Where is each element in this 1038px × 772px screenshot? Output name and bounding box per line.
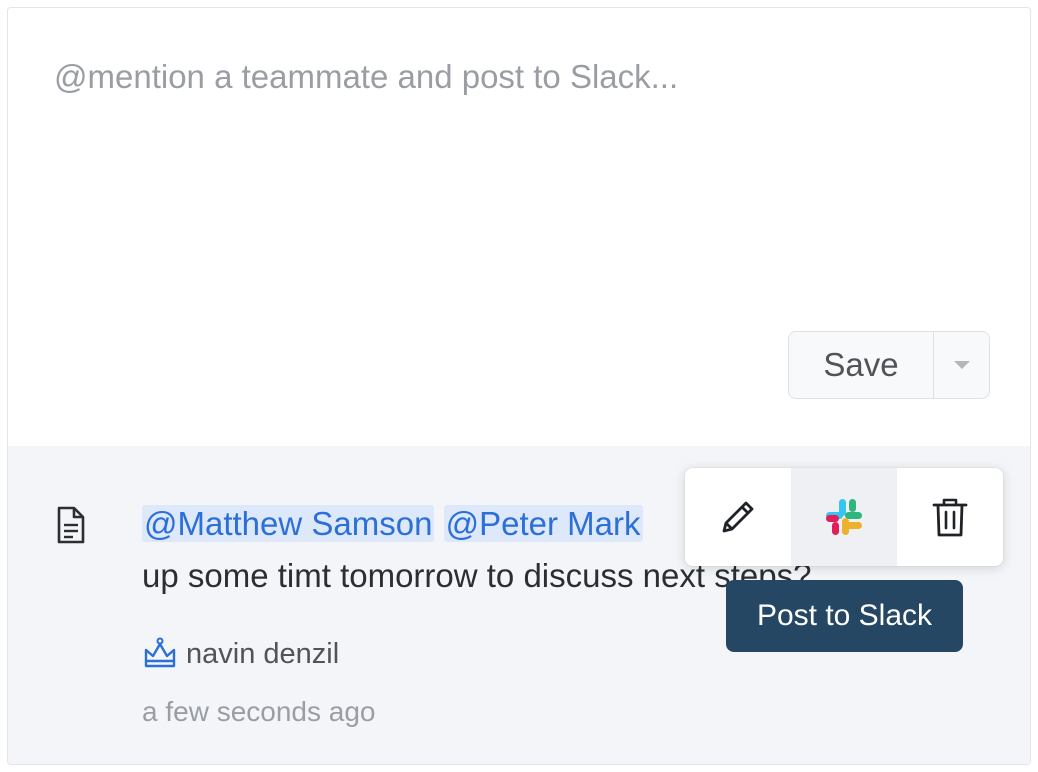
mention-matthew-samson[interactable]: @Matthew Samson xyxy=(142,505,435,542)
crown-icon xyxy=(144,637,176,668)
comment-action-bar xyxy=(685,468,1003,566)
comment-composer: Save xyxy=(8,8,1030,446)
author-name: navin denzil xyxy=(186,637,340,670)
save-button-group: Save xyxy=(788,331,990,399)
comment-author: navin denzil xyxy=(142,636,339,672)
save-button[interactable]: Save xyxy=(789,332,934,398)
trash-icon xyxy=(932,498,968,537)
pencil-icon xyxy=(722,501,754,533)
save-dropdown-button[interactable] xyxy=(934,332,989,398)
slack-icon xyxy=(826,499,862,535)
comment-input[interactable] xyxy=(52,46,976,108)
delete-comment-button[interactable] xyxy=(897,468,1003,566)
document-icon xyxy=(57,506,85,544)
edit-comment-button[interactable] xyxy=(685,468,791,566)
mention-peter-mark[interactable]: @Peter Mark xyxy=(443,505,643,542)
post-to-slack-tooltip: Post to Slack xyxy=(726,580,963,652)
post-to-slack-button[interactable] xyxy=(791,468,897,566)
comment-timestamp: a few seconds ago xyxy=(142,696,376,727)
caret-down-icon xyxy=(953,361,970,369)
